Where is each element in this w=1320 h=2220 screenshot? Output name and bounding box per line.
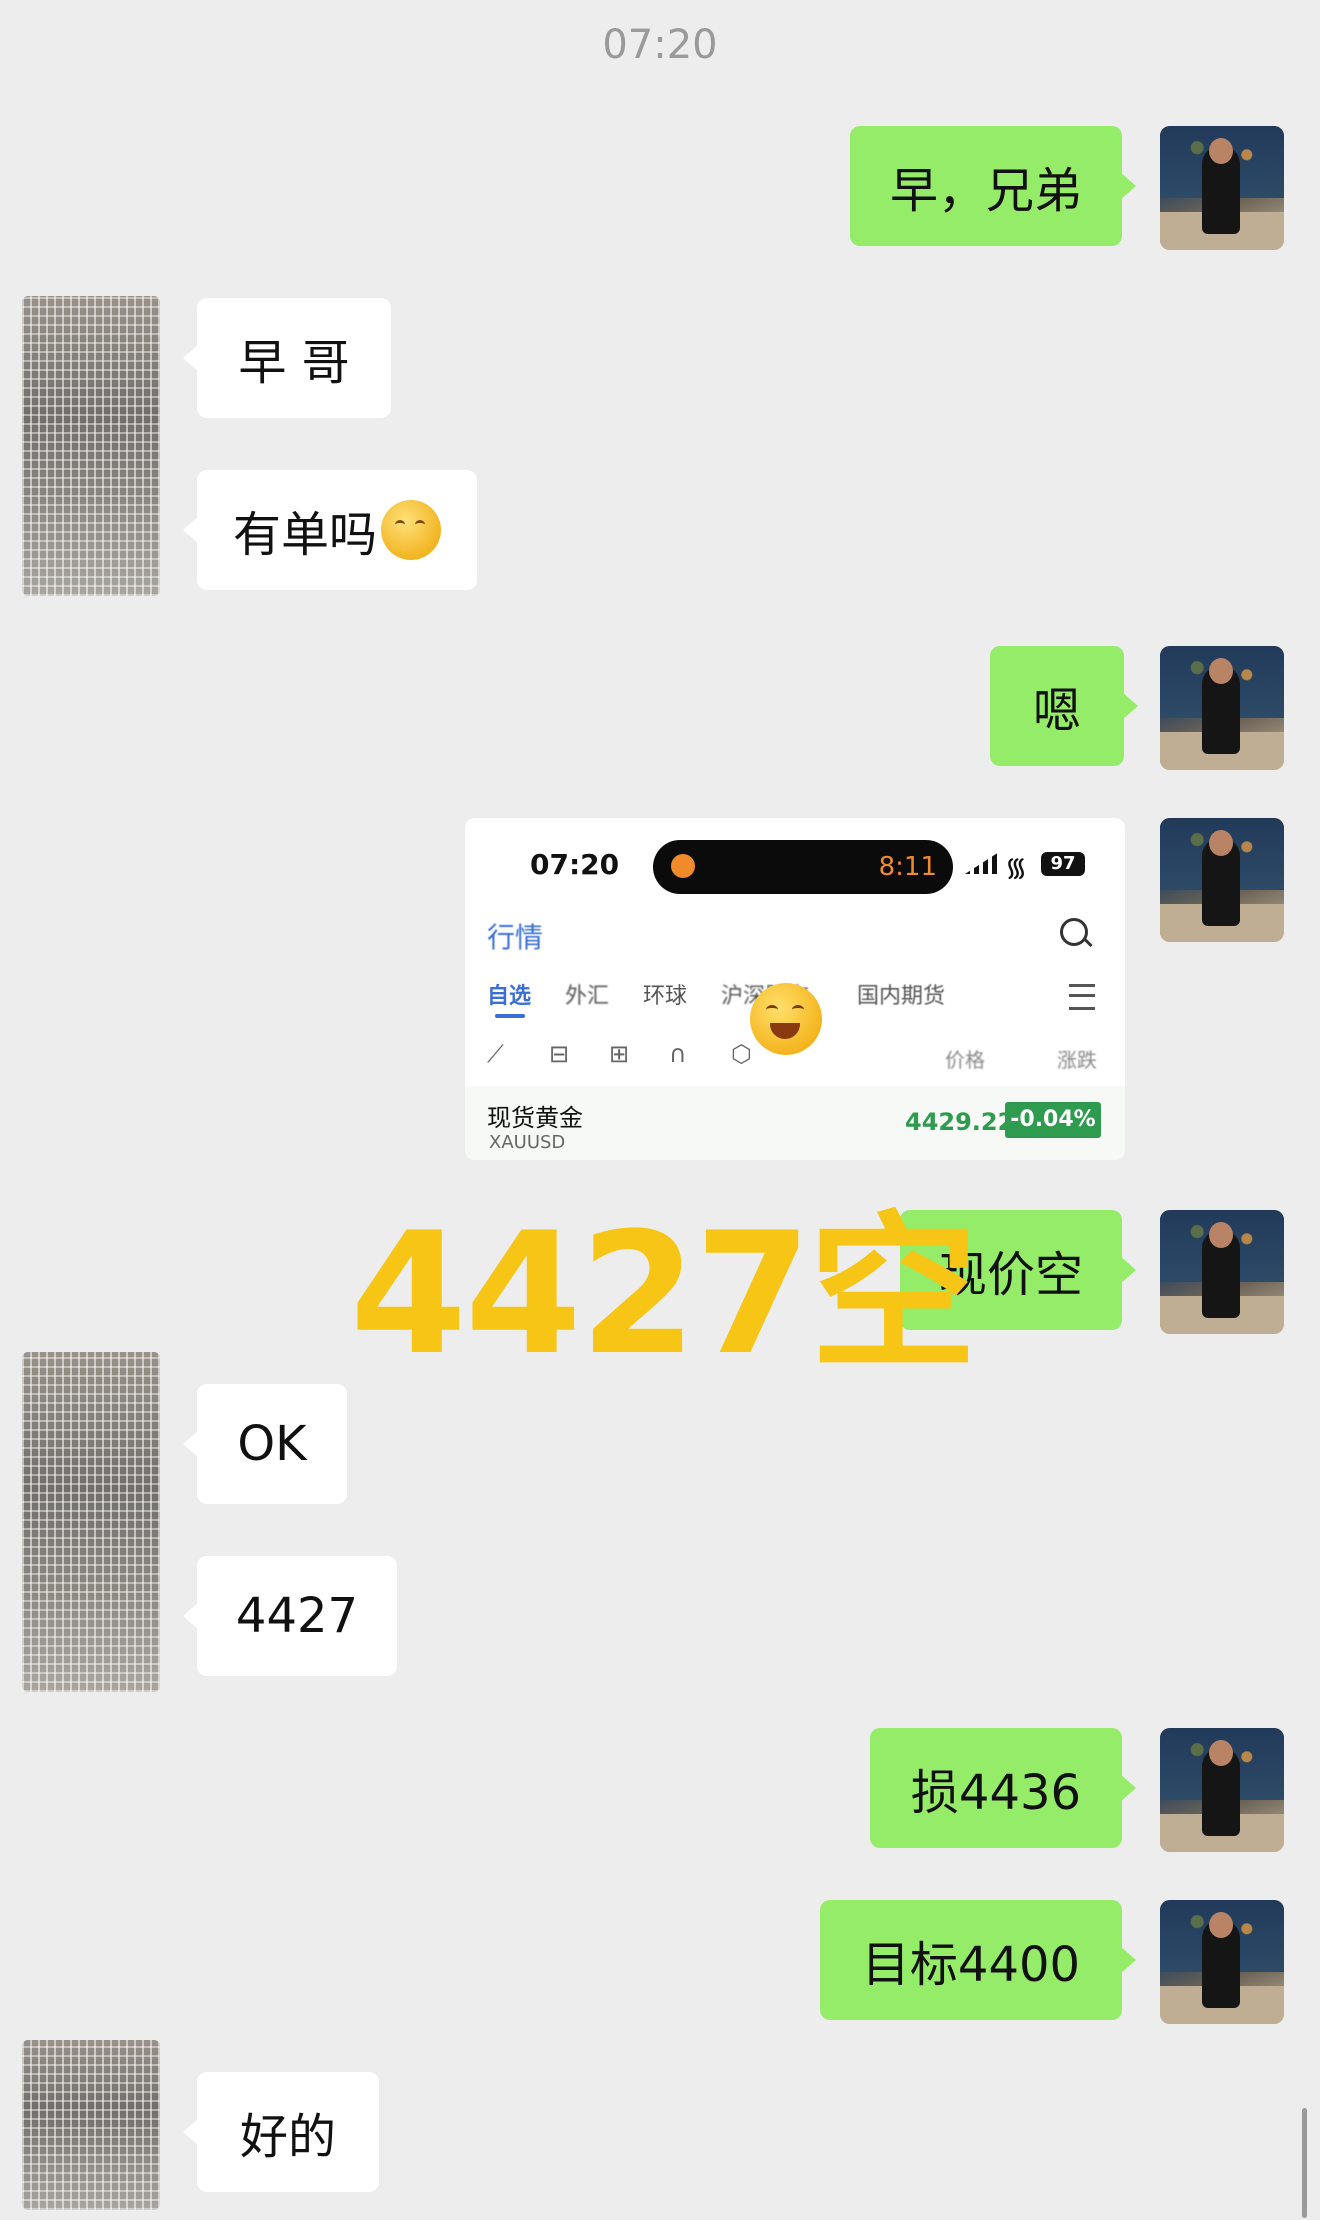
message-text: 嗯 (1032, 683, 1081, 739)
my-avatar[interactable] (1160, 1900, 1284, 2024)
contact-avatar[interactable] (22, 1352, 160, 1692)
message-text: 目标4400 (861, 1937, 1081, 1993)
sent-message-bubble[interactable]: 损4436 (870, 1728, 1136, 1848)
status-bar-time: 07:20 (530, 848, 620, 881)
hexagon-icon: ⬡ (731, 1040, 752, 1068)
alarm-icon (671, 854, 695, 878)
contact-avatar[interactable] (22, 2040, 160, 2210)
market-section-title: 行情 (487, 921, 544, 954)
wifi-icon: ᯾ (1005, 853, 1028, 883)
dynamic-island: 8:11 (653, 840, 953, 894)
smiling-face-sticker (750, 983, 822, 1055)
received-message-bubble[interactable]: 有单吗 (183, 470, 477, 590)
overlay-annotation-text: 4427空 (350, 1196, 978, 1392)
message-text: 早 哥 (238, 335, 350, 391)
battery-indicator: 97 (1041, 852, 1085, 876)
tab-global: 环球 (643, 984, 688, 1009)
alarm-time: 8:11 (878, 852, 937, 882)
quote-price: 4429.22 (905, 1108, 1015, 1136)
received-message-bubble[interactable]: 好的 (183, 2072, 379, 2192)
list-icon: ⊟ (549, 1040, 570, 1068)
trend-icon: ⟋ (487, 1040, 504, 1068)
message-text: 损4436 (910, 1765, 1082, 1821)
quote-name: 现货黄金 (487, 1104, 583, 1132)
received-message-bubble[interactable]: 4427 (183, 1556, 397, 1676)
tab-watchlist: 自选 (487, 978, 531, 1018)
message-text: 4427 (235, 1588, 359, 1644)
sent-message-bubble[interactable]: 目标4400 (820, 1900, 1136, 2020)
message-text: 有单吗 (232, 507, 377, 563)
my-avatar[interactable] (1160, 1210, 1284, 1334)
sent-message-bubble[interactable]: 早，兄弟 (850, 126, 1136, 246)
my-avatar[interactable] (1160, 818, 1284, 942)
grid-icon: ⊞ (609, 1040, 630, 1068)
hand-over-mouth-emoji (381, 500, 441, 560)
message-text: OK (237, 1416, 307, 1472)
my-avatar[interactable] (1160, 646, 1284, 770)
message-text: 好的 (239, 2109, 336, 2165)
my-avatar[interactable] (1160, 126, 1284, 250)
received-message-bubble[interactable]: 早 哥 (183, 298, 391, 418)
menu-icon (1069, 984, 1095, 1010)
quote-row: 现货黄金 XAUUSD 4429.22 -0.04% (465, 1086, 1125, 1160)
chat-timestamp: 07:20 (602, 22, 718, 68)
sent-screenshot-image[interactable]: 07:20 8:11 ᯾ 97 行情 自选 外汇 环球 沪深股市 国内期货 ⟋ … (465, 818, 1125, 1160)
tab-domestic-futures: 国内期货 (857, 984, 946, 1009)
contact-avatar[interactable] (22, 296, 160, 596)
quote-code: XAUUSD (489, 1132, 566, 1153)
search-icon (1060, 918, 1088, 946)
tab-forex: 外汇 (565, 984, 610, 1009)
scrollbar[interactable] (1302, 2108, 1307, 2218)
sent-message-bubble[interactable]: 嗯 (990, 646, 1138, 766)
price-column-header: 价格 (945, 1048, 985, 1072)
headset-icon: ∩ (669, 1040, 687, 1068)
quote-change-badge: -0.04% (1005, 1102, 1101, 1138)
my-avatar[interactable] (1160, 1728, 1284, 1852)
received-message-bubble[interactable]: OK (183, 1384, 347, 1504)
message-text: 早，兄弟 (889, 163, 1082, 219)
change-column-header: 涨跌 (1057, 1048, 1097, 1072)
cellular-signal-icon (965, 852, 999, 874)
